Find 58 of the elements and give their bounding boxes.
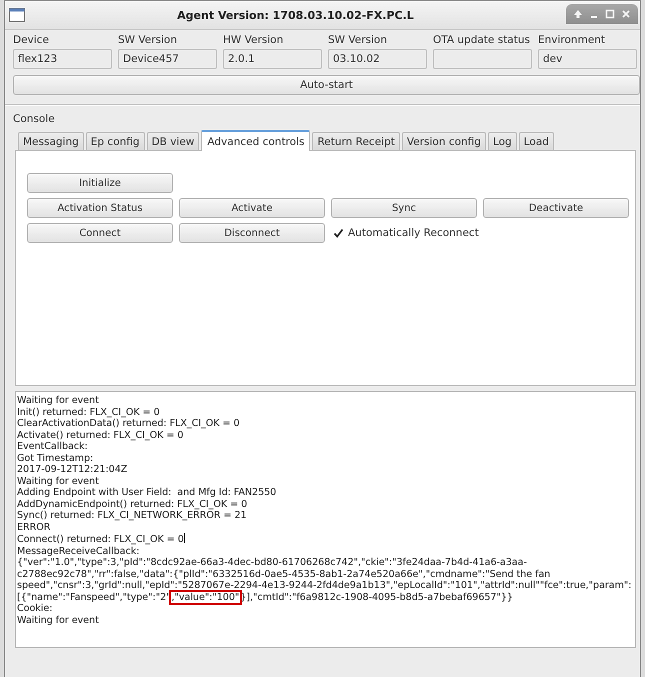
text-field[interactable]: 03.10.02 [328,49,427,69]
log-line: Activate() returned: FLX_CI_OK = 0 [17,430,184,441]
text-field[interactable] [433,49,532,69]
text-field[interactable]: 2.0.1 [223,49,322,69]
section-label: Console [13,113,55,125]
text-cursor [184,533,185,543]
checkbox-label[interactable]: Automatically Reconnect [348,227,479,239]
text-field[interactable]: Device457 [118,49,217,69]
window-title: Agent Version: 1708.03.10.02-FX.PC.L [176,8,415,22]
log-line: ClearActivationData() returned: FLX_CI_OK = 0 [17,418,241,430]
log-line: AddDynamicEndpoint() returned: FLX_CI_OK = 0 [17,498,248,510]
log-line: {"ver":"1.0","type":3,"pId":"8cdc92ae-66a3-4dec-bd80-61706268c742","ckie":"3fe24daa-7b4d-41a6-a3aa- [17,557,528,568]
tab[interactable]: Load [518,132,554,150]
up-arrow-icon[interactable] [572,8,584,20]
log-line: [{"name":"Fanspeed","type":"2","value":"100"}],"cmtId":"f6a9812c-1908-4095-b8d5-a7bebaf69657"}} [17,592,514,603]
log-line: Connect() returned: FLX_CI_OK = 0 [17,533,186,546]
action-button[interactable]: Activation Status [27,198,173,218]
action-button[interactable]: Connect [27,223,173,243]
log-line: Waiting for event [17,476,100,487]
tab[interactable]: DB view [146,132,200,150]
tab[interactable]: Return Receipt [312,132,400,150]
field-label: Device [13,34,50,46]
log-line: Init() returned: FLX_CI_OK = 0 [17,406,161,418]
log-line: c2788ec92c78","rr":false,"data":{"plId":"6332516d-0ae5-4535-8ab1-2a74e520a66e","cmdname":"Send the fan [17,568,552,580]
field-label: OTA update status [433,34,531,46]
checkbox[interactable] [333,228,344,238]
highlight-box: ,"value":"100" [170,592,240,602]
log-line: Sync() returned: FLX_CI_NETWORK_ERROR = 21 [17,510,248,522]
log-line: 2017-09-12T12:21:04Z [17,464,128,476]
text-field[interactable]: dev [538,49,637,69]
log-line: speed","cnsr":3,"grId":null,"epId":"5287067e-2294-4e13-9244-2fd4de9a1b13","epLocalId":"101","attrId":null""fce":true,"param": [17,580,632,592]
action-button[interactable]: Sync [331,198,477,218]
text-field[interactable]: flex123 [13,49,112,69]
log-line: Got Timestamp: [17,452,94,464]
action-button[interactable]: Disconnect [179,223,325,243]
tab[interactable]: Version config [402,132,486,150]
field-label: SW Version [118,34,178,46]
field-label: Environment [538,34,606,46]
auto-start-button[interactable]: Auto-start [13,75,640,95]
action-button[interactable]: Initialize [27,173,173,193]
window-icon [9,8,25,22]
maximize-icon[interactable] [604,8,616,20]
tab[interactable]: Advanced controls [201,130,310,151]
action-button[interactable]: Deactivate [483,198,629,218]
field-label: SW Version [328,34,388,46]
field-label: HW Version [223,34,284,46]
log-line: Waiting for event [17,614,100,626]
log-line: Cookie: [17,603,54,614]
log-line: ERROR [17,522,52,533]
tab[interactable]: Ep config [86,132,145,150]
log-line: Waiting for event [17,395,100,406]
log-line: Adding Endpoint with User Field: and Mfg Id: FAN2550 [17,487,278,498]
log-line: EventCallback: [17,441,89,452]
tab[interactable]: Messaging [18,132,84,150]
log-line: MessageReceiveCallback: [17,546,140,557]
close-icon[interactable] [620,8,632,20]
tab[interactable]: Log [488,132,517,150]
action-button[interactable]: Activate [179,198,325,218]
